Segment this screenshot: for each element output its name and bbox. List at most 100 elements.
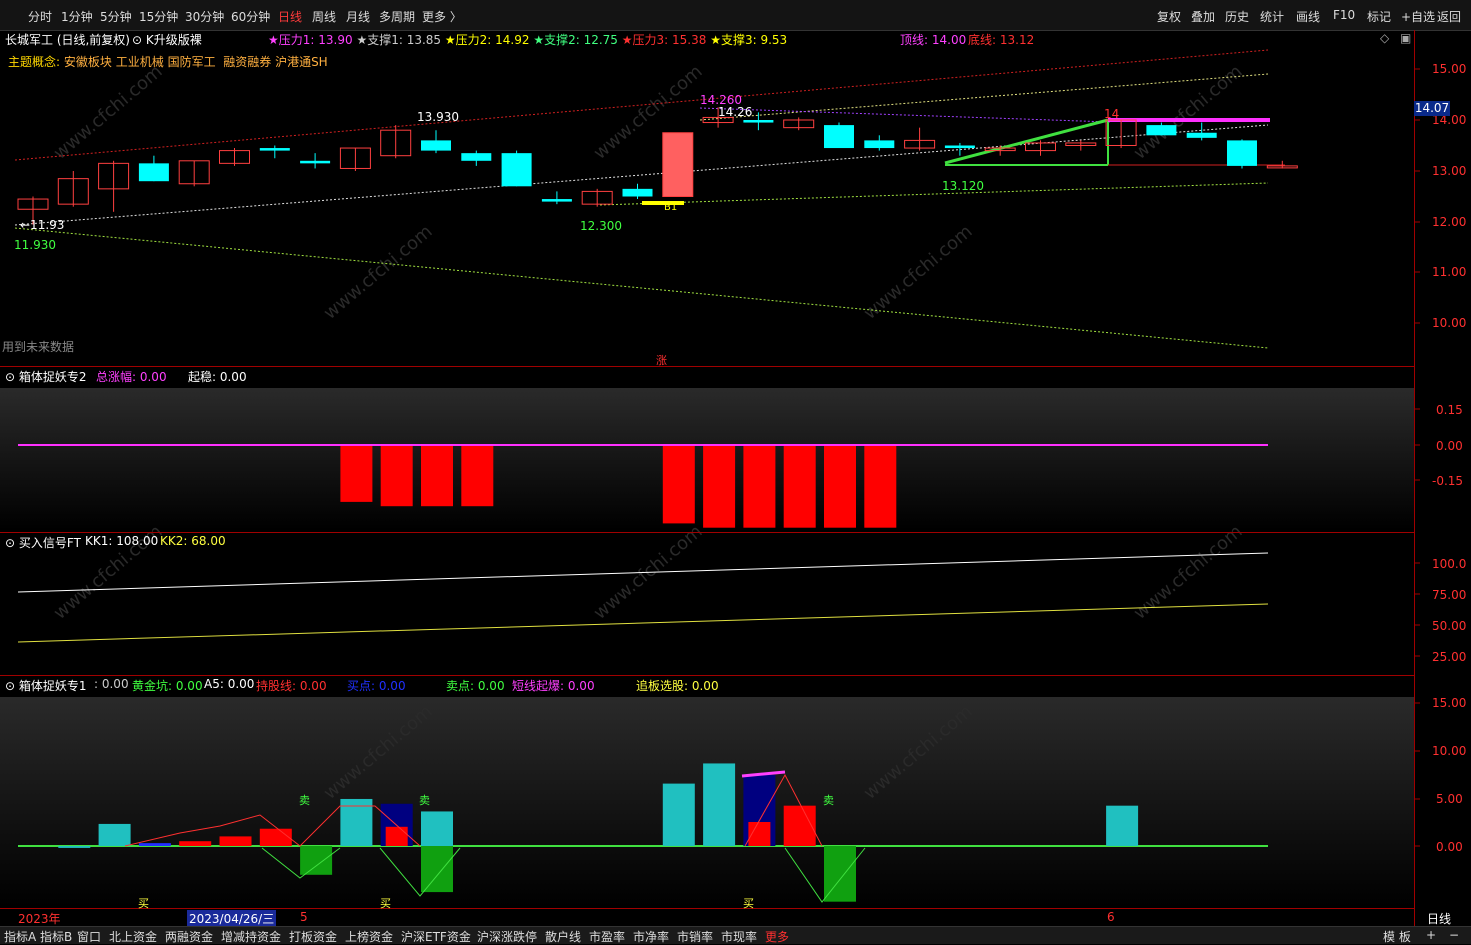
green-trend (944, 118, 1109, 165)
panel2-tick: 0.15 (1436, 403, 1463, 417)
concept-item[interactable]: 国防军工 (168, 55, 216, 69)
current-price-box: 14.07 (1414, 101, 1450, 116)
panel2-bar (703, 446, 736, 528)
pressure3: ★压力3: 15.38 (621, 33, 707, 47)
indicator-name[interactable]: ⊙ K升级版裸 (132, 31, 202, 48)
trend-lines (14, 49, 1285, 349)
panel4-bar (421, 846, 453, 893)
candle-body (824, 125, 854, 149)
tab-indicator-b[interactable]: 指标B (40, 928, 72, 945)
dropdown-icon: ⊙ (132, 33, 146, 47)
zoom-in-button[interactable]: + (1426, 928, 1436, 942)
panel-separator[interactable] (0, 532, 1414, 533)
mid-line (14, 124, 1269, 226)
template-button[interactable]: 模 板 (1383, 928, 1411, 945)
concept-item[interactable]: 沪港通SH (275, 55, 328, 69)
concept-label: 主题概念: (8, 55, 61, 69)
zhang-mark: 涨 (656, 354, 667, 367)
concept-item[interactable]: 安徽板块 (64, 55, 112, 69)
kk2-line (17, 603, 1269, 643)
watermark-text: www.cfchi.com (1130, 521, 1247, 624)
tab-window[interactable]: 窗口 (77, 928, 101, 945)
candle-body (541, 199, 572, 202)
panel4-bar (783, 805, 816, 846)
dropdown-icon: ⊙ (5, 679, 19, 693)
panel3-title[interactable]: ⊙ 买入信号FT (5, 534, 81, 551)
panel4-bar (259, 828, 292, 846)
panel2-bar (461, 446, 494, 507)
panel3-field: KK2: 68.00 (160, 534, 226, 548)
panel4-name: 箱体捉妖专1 (18, 679, 87, 693)
panel2-field: 总涨幅: 0.00 (96, 370, 167, 384)
tab-pb[interactable]: 市净率 (633, 928, 669, 945)
panel2-bar (783, 446, 816, 528)
panel4-field: 短线起爆: 0.00 (512, 679, 595, 693)
panel-separator[interactable] (0, 675, 1414, 676)
candle-body (501, 153, 532, 187)
panel4-bar (98, 823, 131, 846)
peak-annotation: 14 (1104, 107, 1120, 121)
candle-body (864, 140, 895, 149)
top-line-value: 顶线: 14.00 (900, 33, 967, 47)
panel4-bar (300, 846, 333, 875)
panel3-tick: 75.00 (1432, 588, 1467, 602)
price-tick: 15.00 (1432, 62, 1467, 76)
tab-lhb-funds[interactable]: 上榜资金 (345, 928, 393, 945)
low-annotation-green: 12.300 (580, 219, 622, 233)
cursor-date: 2023/04/26/三 (187, 910, 277, 927)
panel3-field: KK1: 108.00 (85, 534, 159, 548)
tab-indicator-a[interactable]: 指标A (4, 928, 36, 945)
candle-body (421, 140, 451, 151)
candle-body (461, 153, 492, 161)
tab-margin[interactable]: 两融资金 (165, 928, 213, 945)
panel3-name: 买入信号FT (18, 536, 81, 550)
tab-limit[interactable]: 沪深涨跌停 (477, 928, 537, 945)
tab-more[interactable]: 更多 (765, 928, 789, 945)
sell-mark: 卖 (823, 794, 834, 807)
low-annotation: ←11.93 (20, 218, 65, 232)
panel4-field: 黄金坑: 0.00 (132, 679, 203, 693)
panel4-bar (58, 846, 91, 848)
panel3-tick: 100.0 (1432, 557, 1467, 571)
panel-separator[interactable] (0, 366, 1414, 367)
b1-mark: B1 (664, 202, 678, 213)
panel4-title[interactable]: ⊙ 箱体捉妖专1 (5, 677, 87, 694)
panel2-bar (662, 446, 695, 524)
tab-limitup-funds[interactable]: 打板资金 (289, 928, 337, 945)
concept-item[interactable]: 工业机械 (116, 55, 164, 69)
panel4-field: 持股线: 0.00 (256, 679, 327, 693)
panel4-field: A5: 0.00 (204, 677, 255, 691)
support1: ★支撑1: 13.85 (356, 33, 442, 47)
zoom-out-button[interactable]: − (1449, 928, 1459, 942)
concept-item[interactable]: 融资融券 (223, 55, 271, 69)
panel4-field: 追板选股: 0.00 (636, 679, 719, 693)
tab-retail-line[interactable]: 散户线 (545, 928, 581, 945)
diamond-icon[interactable]: ◇ (1380, 31, 1389, 45)
panel2-title[interactable]: ⊙ 箱体捉妖专2 (5, 368, 87, 385)
pressure1: ★压力1: 13.90 (268, 33, 353, 47)
year-label: 2023年 (18, 912, 61, 926)
pressure-support-values: ★压力1: 13.90 ★支撑1: 13.85 ★压力2: 14.92 ★支撑2… (268, 31, 787, 48)
chart-canvas[interactable]: www.cfchi.com www.cfchi.com www.cfchi.com w… (0, 0, 1471, 943)
panel4-bar (179, 841, 212, 846)
support3: ★支撑3: 9.53 (710, 33, 788, 47)
tab-holdings[interactable]: 增减持资金 (221, 928, 281, 945)
tab-pe[interactable]: 市盈率 (589, 928, 625, 945)
tab-northbound[interactable]: 北上资金 (109, 928, 157, 945)
candle-body (300, 160, 331, 164)
tab-pcf[interactable]: 市现率 (721, 928, 757, 945)
price-tick: 13.00 (1432, 164, 1467, 178)
high-annotation: 13.930 (417, 110, 459, 124)
tab-ps[interactable]: 市销率 (677, 928, 713, 945)
low-annotation-green: 11.930 (14, 238, 56, 252)
window-icon[interactable]: ▣ (1400, 31, 1411, 45)
panel4-field: 卖点: 0.00 (446, 679, 505, 693)
panel4-bar (1106, 805, 1139, 846)
dropdown-icon: ⊙ (5, 370, 19, 384)
panel4-tick: 15.00 (1432, 696, 1467, 710)
candle-body (944, 145, 975, 149)
candle-body (1227, 140, 1257, 166)
panel4-bar (662, 783, 695, 846)
tab-etf-funds[interactable]: 沪深ETF资金 (401, 928, 471, 945)
panel2-bar (743, 446, 776, 528)
